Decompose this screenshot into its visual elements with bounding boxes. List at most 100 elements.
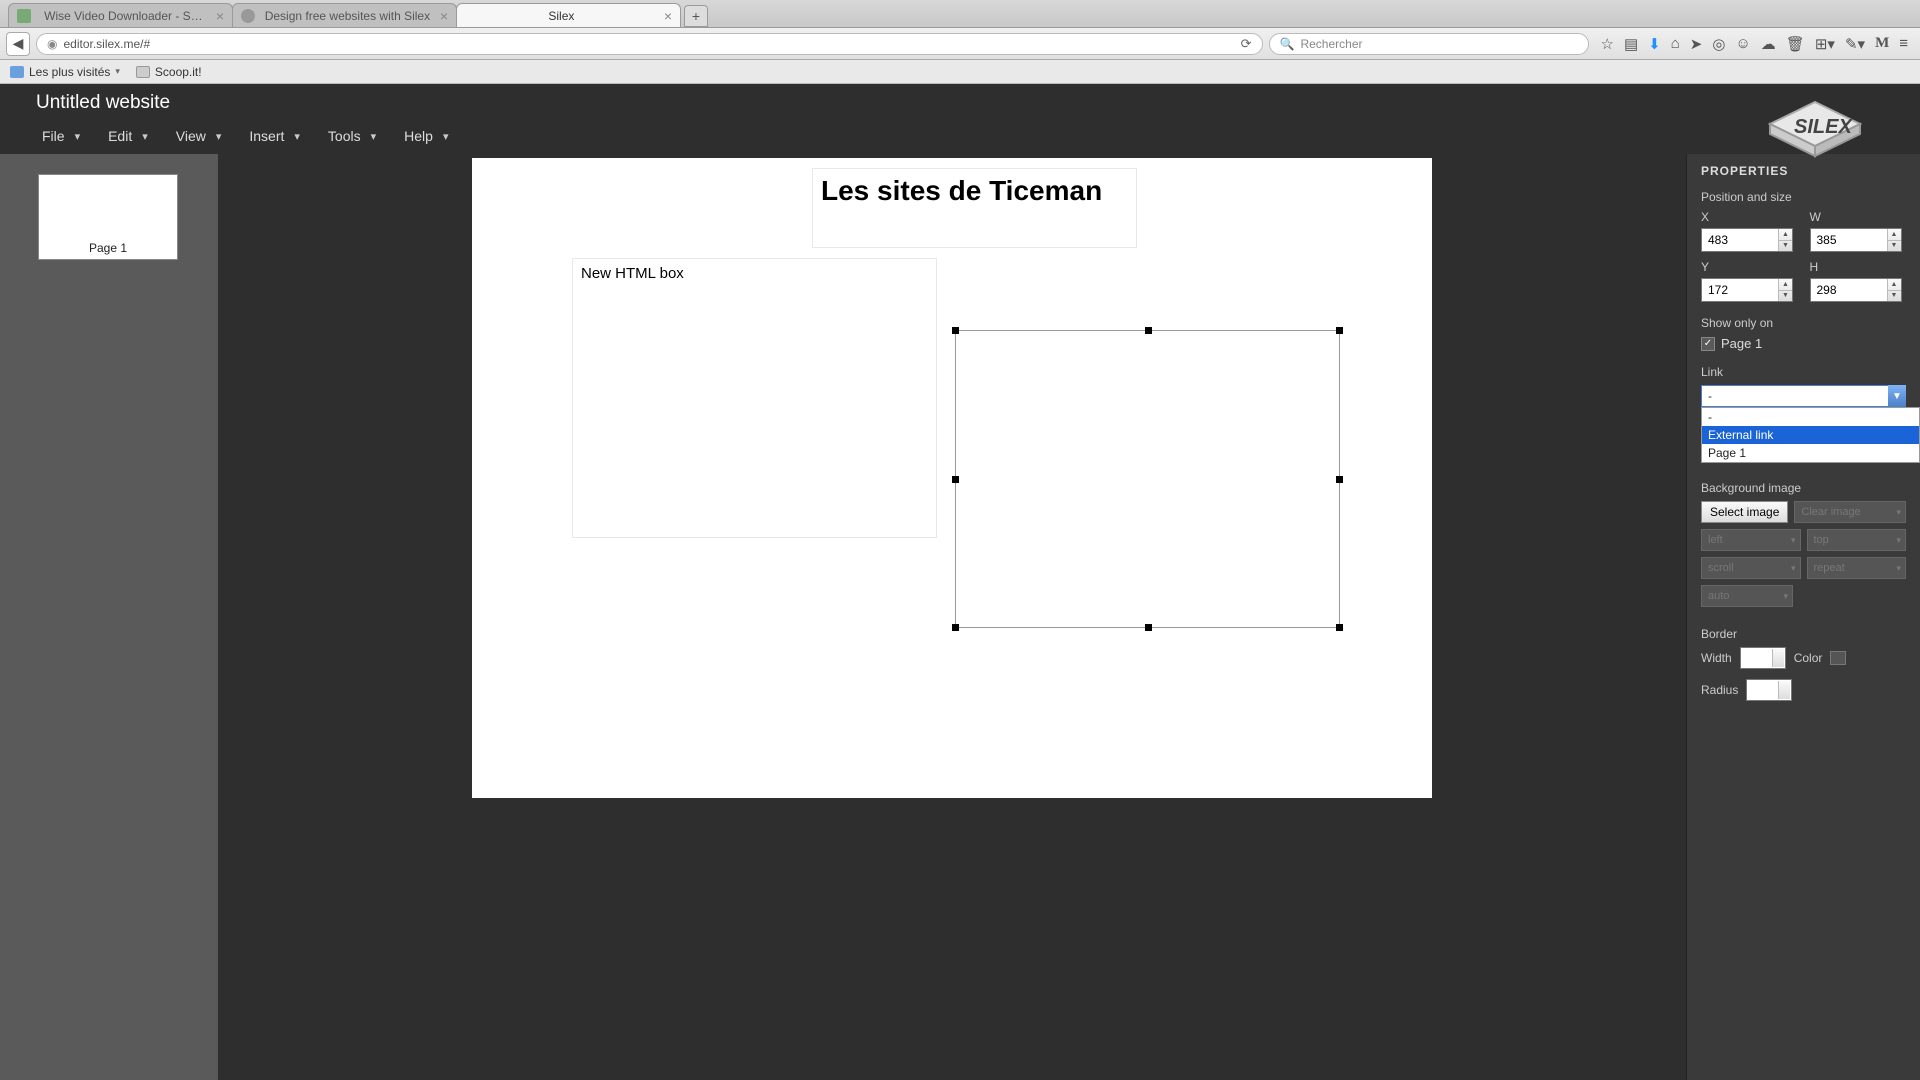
canvas[interactable]: Les sites de Ticeman New HTML box bbox=[472, 158, 1432, 798]
show-only-value: Page 1 bbox=[1721, 336, 1762, 351]
address-bar: ◀ ◉ editor.silex.me/# ⟳ 🔍 Rechercher ☆ ▤… bbox=[0, 28, 1920, 60]
link-dropdown: - External link Page 1 bbox=[1701, 407, 1920, 463]
menu-insert[interactable]: Insert bbox=[235, 122, 314, 150]
resize-handle-sw[interactable] bbox=[952, 624, 959, 631]
bookmark-label: Les plus visités bbox=[29, 65, 110, 79]
search-placeholder: Rechercher bbox=[1300, 37, 1362, 51]
chevron-down-icon: ▾ bbox=[115, 66, 120, 77]
cloud-icon[interactable]: ☁ bbox=[1761, 35, 1776, 53]
send-icon[interactable]: ➤ bbox=[1690, 35, 1703, 53]
resize-handle-s[interactable] bbox=[1145, 624, 1152, 631]
m-icon[interactable]: M bbox=[1875, 35, 1889, 52]
menu-edit[interactable]: Edit bbox=[94, 122, 162, 150]
resize-handle-se[interactable] bbox=[1336, 624, 1343, 631]
download-icon[interactable]: ⬇ bbox=[1648, 35, 1661, 53]
back-button[interactable]: ◀ bbox=[6, 32, 30, 56]
select-image-button[interactable]: Select image bbox=[1701, 501, 1788, 523]
page-thumbnail[interactable]: Page 1 bbox=[38, 174, 178, 260]
menubar: File Edit View Insert Tools Help bbox=[0, 118, 1920, 154]
canvas-wrap[interactable]: Les sites de Ticeman New HTML box bbox=[218, 154, 1686, 1080]
show-only-page1[interactable]: Page 1 bbox=[1701, 336, 1906, 351]
close-icon[interactable]: × bbox=[216, 8, 224, 24]
svg-text:SILEX: SILEX bbox=[1794, 116, 1853, 138]
close-icon[interactable]: × bbox=[664, 8, 672, 24]
app-title: Untitled website bbox=[0, 88, 1920, 118]
page-thumb-label: Page 1 bbox=[39, 241, 177, 255]
link-option-page1[interactable]: Page 1 bbox=[1702, 444, 1919, 462]
spinner[interactable]: ▲▼ bbox=[1887, 229, 1901, 251]
resize-handle-w[interactable] bbox=[952, 476, 959, 483]
folder-icon bbox=[10, 66, 24, 78]
spinner[interactable]: ▲▼ bbox=[1887, 279, 1901, 301]
tab-favicon bbox=[17, 9, 31, 23]
text-element-heading[interactable]: Les sites de Ticeman bbox=[812, 168, 1137, 248]
tab-title: Design free websites with Silex bbox=[261, 9, 434, 23]
bg-attach-select[interactable]: scroll bbox=[1701, 557, 1801, 579]
clear-image-select[interactable]: Clear image bbox=[1794, 501, 1906, 523]
silex-app: SILEX Untitled website File Edit View In… bbox=[0, 84, 1920, 1080]
border-radius-label: Radius bbox=[1701, 683, 1738, 697]
page-icon bbox=[136, 66, 150, 78]
spinner[interactable]: ▲▼ bbox=[1778, 229, 1792, 251]
html-box-element[interactable]: New HTML box bbox=[572, 258, 937, 538]
link-select[interactable]: - ▼ bbox=[1701, 385, 1906, 407]
position-size-label: Position and size bbox=[1701, 190, 1906, 204]
bg-image-label: Background image bbox=[1701, 481, 1906, 495]
border-color-swatch[interactable] bbox=[1830, 651, 1846, 665]
new-tab-button[interactable]: + bbox=[684, 5, 708, 27]
menu-file[interactable]: File bbox=[28, 122, 94, 150]
border-color-label: Color bbox=[1794, 651, 1823, 665]
link-option-external[interactable]: External link bbox=[1702, 426, 1919, 444]
trash-icon[interactable]: 🗑 bbox=[1786, 35, 1805, 53]
reload-icon[interactable]: ⟳ bbox=[1241, 36, 1252, 52]
menu-help[interactable]: Help bbox=[390, 122, 462, 150]
abp-icon[interactable]: ◎ bbox=[1712, 35, 1725, 53]
search-field[interactable]: 🔍 Rechercher bbox=[1269, 33, 1589, 55]
smile-icon[interactable]: ☺ bbox=[1735, 35, 1750, 52]
chevron-down-icon: ▼ bbox=[1888, 385, 1906, 407]
menu-tools[interactable]: Tools bbox=[314, 122, 390, 150]
toolbar-icons: ☆ ▤ ⬇ ⌂ ➤ ◎ ☺ ☁ 🗑 ⊞▾ ✎▾ M ≡ bbox=[1595, 35, 1914, 53]
browser-tab[interactable]: Wise Video Downloader - S… × bbox=[8, 3, 233, 27]
search-icon: 🔍 bbox=[1280, 37, 1295, 51]
border-width-label: Width bbox=[1701, 651, 1732, 665]
properties-panel: PROPERTIES Position and size X ▲▼ W ▲▼ Y… bbox=[1686, 154, 1920, 1080]
bg-size-select[interactable]: auto bbox=[1701, 585, 1793, 607]
bg-pos-v-select[interactable]: top bbox=[1807, 529, 1907, 551]
browser-tab[interactable]: Design free websites with Silex × bbox=[232, 3, 457, 27]
browser-tab-active[interactable]: Silex × bbox=[456, 3, 681, 27]
menu-view[interactable]: View bbox=[162, 122, 236, 150]
toggle-icon[interactable]: ⊞▾ bbox=[1815, 35, 1835, 53]
bookmark-item[interactable]: Scoop.it! bbox=[136, 65, 202, 79]
link-select-wrap: - ▼ - External link Page 1 bbox=[1701, 385, 1906, 407]
y-label: Y bbox=[1701, 260, 1798, 274]
border-width-input[interactable] bbox=[1740, 647, 1786, 669]
spinner[interactable]: ▲▼ bbox=[1778, 279, 1792, 301]
resize-handle-nw[interactable] bbox=[952, 327, 959, 334]
resize-handle-ne[interactable] bbox=[1336, 327, 1343, 334]
star-icon[interactable]: ☆ bbox=[1601, 35, 1614, 53]
edit-icon[interactable]: ✎▾ bbox=[1845, 35, 1865, 53]
tab-title: Wise Video Downloader - S… bbox=[37, 9, 210, 23]
home-icon[interactable]: ⌂ bbox=[1671, 35, 1680, 52]
selected-element[interactable] bbox=[955, 330, 1340, 628]
bookmark-item[interactable]: Les plus visités ▾ bbox=[10, 65, 120, 79]
resize-handle-n[interactable] bbox=[1145, 327, 1152, 334]
close-icon[interactable]: × bbox=[440, 8, 448, 24]
link-selected-value: - bbox=[1708, 389, 1712, 403]
bg-pos-h-select[interactable]: left bbox=[1701, 529, 1801, 551]
tab-title: Silex bbox=[465, 9, 658, 23]
link-label: Link bbox=[1701, 365, 1906, 379]
checkbox-icon[interactable] bbox=[1701, 337, 1715, 351]
url-text: editor.silex.me/# bbox=[63, 37, 150, 51]
border-label: Border bbox=[1701, 627, 1906, 641]
x-label: X bbox=[1701, 210, 1798, 224]
clipboard-icon[interactable]: ▤ bbox=[1624, 35, 1638, 53]
menu-icon[interactable]: ≡ bbox=[1899, 35, 1908, 52]
bg-repeat-select[interactable]: repeat bbox=[1807, 557, 1907, 579]
link-option-none[interactable]: - bbox=[1702, 408, 1919, 426]
border-radius-input[interactable] bbox=[1746, 679, 1792, 701]
show-only-label: Show only on bbox=[1701, 316, 1906, 330]
url-field[interactable]: ◉ editor.silex.me/# ⟳ bbox=[36, 33, 1263, 55]
resize-handle-e[interactable] bbox=[1336, 476, 1343, 483]
